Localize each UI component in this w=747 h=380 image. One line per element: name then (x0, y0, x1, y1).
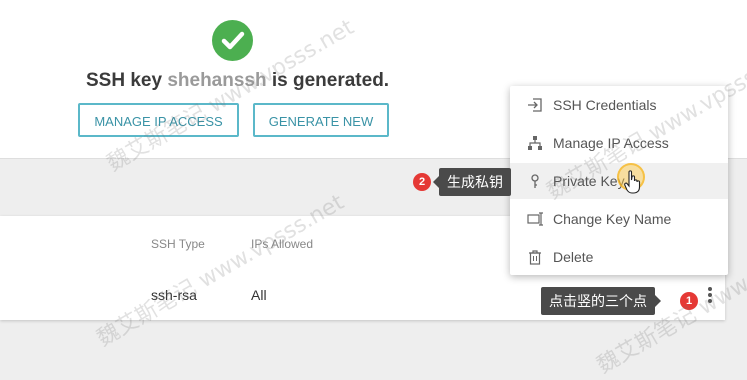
column-header-ssh-type: SSH Type (151, 237, 205, 251)
click-dots-annotation: 点击竖的三个点 (541, 287, 661, 315)
key-username: shehanssh (167, 70, 267, 91)
menu-item-delete[interactable]: Delete (510, 239, 728, 275)
step-badge-1: 1 (680, 292, 698, 310)
generated-message: SSH key shehanssh is generated. (86, 70, 390, 91)
login-icon (528, 98, 542, 112)
network-icon (528, 136, 542, 150)
rename-icon (527, 212, 543, 226)
trash-icon (529, 250, 541, 265)
key-icon (531, 174, 539, 188)
cell-ips-allowed: All (251, 287, 267, 303)
menu-item-manage-ip-access[interactable]: Manage IP Access (510, 125, 728, 161)
cell-ssh-type: ssh-rsa (151, 287, 197, 303)
manage-ip-access-button[interactable]: MANAGE IP ACCESS (78, 103, 239, 137)
menu-item-ssh-credentials[interactable]: SSH Credentials (510, 87, 728, 123)
more-options-icon[interactable] (703, 286, 717, 306)
generate-new-button[interactable]: GENERATE NEW (253, 103, 389, 137)
hand-pointer-icon (624, 170, 641, 194)
success-check-icon (212, 20, 253, 61)
menu-item-change-key-name[interactable]: Change Key Name (510, 201, 728, 237)
private-key-annotation: 生成私钥 (433, 168, 511, 196)
column-header-ips-allowed: IPs Allowed (251, 237, 314, 251)
